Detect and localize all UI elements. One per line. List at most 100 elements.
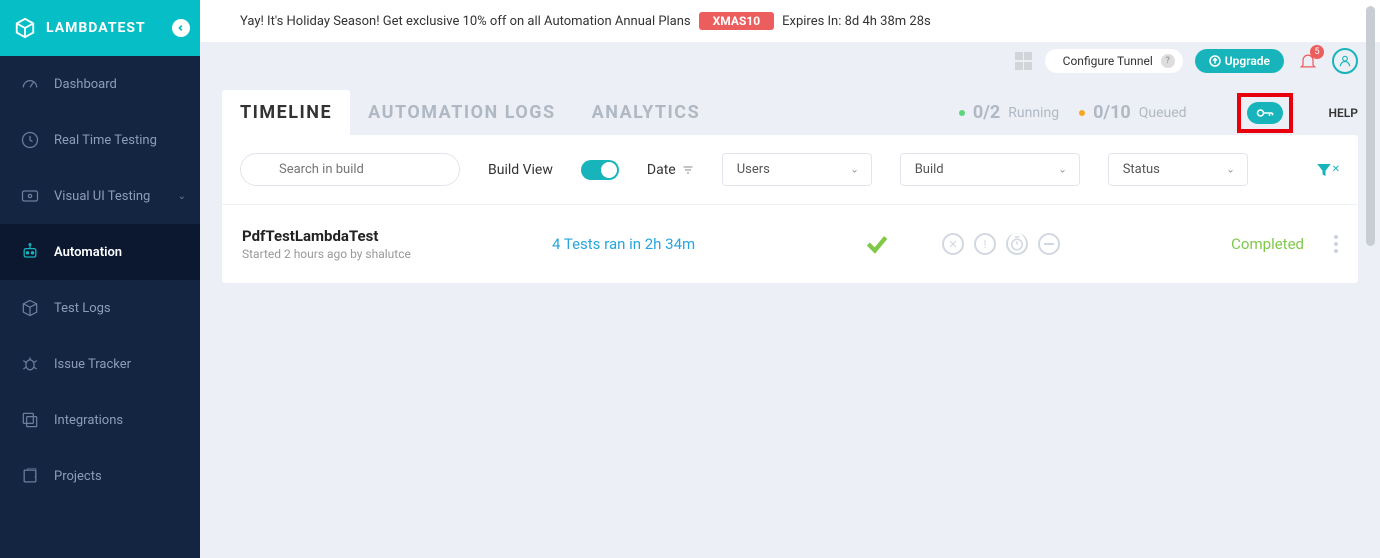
- sidebar-item-label: Integrations: [54, 413, 123, 428]
- sidebar-header: LAMBDATEST: [0, 0, 200, 56]
- chevron-down-icon: ⌄: [178, 191, 186, 202]
- status-dot-green-icon: [959, 110, 965, 116]
- upgrade-button[interactable]: Upgrade: [1195, 49, 1284, 73]
- tab-automation-logs[interactable]: AUTOMATION LOGS: [350, 90, 574, 135]
- build-view-label: Build View: [488, 162, 553, 178]
- build-info: PdfTestLambdaTest Started 2 hours ago by…: [242, 227, 552, 261]
- sidebar-item-label: Test Logs: [54, 301, 111, 316]
- search-input[interactable]: [240, 153, 460, 186]
- grid-icon[interactable]: [1015, 52, 1033, 70]
- promo-banner: Yay! It's Holiday Season! Get exclusive …: [200, 0, 1380, 42]
- brand-logo-icon: [14, 17, 36, 39]
- sidebar-item-issuetracker[interactable]: Issue Tracker: [0, 336, 200, 392]
- build-tests-summary: 4 Tests ran in 2h 34m: [552, 235, 812, 253]
- sidebar-item-projects[interactable]: Projects: [0, 448, 200, 504]
- clear-filter-button[interactable]: ✕: [1315, 161, 1340, 179]
- stack-icon: [18, 466, 42, 486]
- build-status-text: Completed: [1231, 235, 1304, 253]
- sidebar-item-realtime[interactable]: Real Time Testing: [0, 112, 200, 168]
- user-icon: [1338, 54, 1352, 68]
- access-key-highlight: [1237, 93, 1293, 133]
- sidebar-item-visualui[interactable]: Visual UI Testing ⌄: [0, 168, 200, 224]
- upgrade-label: Upgrade: [1225, 54, 1270, 68]
- filter-lines-icon: [682, 164, 694, 176]
- sidebar-item-label: Issue Tracker: [54, 357, 131, 372]
- error-icon: !: [974, 233, 996, 255]
- brand-name: LAMBDATEST: [46, 20, 146, 36]
- check-icon: [864, 231, 890, 257]
- running-count: 0/2: [973, 102, 1000, 123]
- avatar-button[interactable]: [1332, 48, 1358, 74]
- sidebar-item-integrations[interactable]: Integrations: [0, 392, 200, 448]
- build-select[interactable]: Build ⌄: [900, 153, 1080, 186]
- build-pass-icon: [812, 231, 942, 257]
- banner-text-b: Expires In: 8d 4h 38m 28s: [782, 14, 931, 29]
- queued-label: Queued: [1139, 105, 1187, 121]
- build-status-icons: ✕ !: [942, 233, 1142, 255]
- gauge-icon: [18, 74, 42, 94]
- notif-count-badge: 5: [1310, 45, 1324, 59]
- users-select[interactable]: Users ⌄: [722, 153, 872, 186]
- arrow-up-icon: [1209, 55, 1221, 67]
- chevron-down-icon: ⌄: [850, 164, 858, 175]
- key-icon: [1256, 106, 1274, 120]
- sidebar: LAMBDATEST Dashboard Real Time Testing V…: [0, 0, 200, 558]
- search-wrap: [240, 153, 460, 186]
- status-select-label: Status: [1123, 162, 1160, 177]
- sidebar-item-label: Projects: [54, 469, 102, 484]
- sidebar-item-dashboard[interactable]: Dashboard: [0, 56, 200, 112]
- tab-analytics[interactable]: ANALYTICS: [574, 90, 719, 135]
- promo-code-badge: XMAS10: [699, 12, 774, 30]
- date-filter[interactable]: Date: [647, 162, 694, 178]
- sidebar-item-label: Automation: [54, 245, 122, 260]
- banner-text-a: Yay! It's Holiday Season! Get exclusive …: [240, 14, 691, 29]
- chevron-down-icon: ⌄: [1058, 164, 1066, 175]
- help-label[interactable]: HELP: [1329, 106, 1358, 120]
- robot-icon: [18, 242, 42, 262]
- build-row[interactable]: PdfTestLambdaTest Started 2 hours ago by…: [222, 205, 1358, 283]
- eye-icon: [18, 186, 42, 206]
- queued-stat: 0/10 Queued: [1079, 102, 1186, 123]
- users-select-label: Users: [737, 162, 770, 177]
- notifications-button[interactable]: 5: [1296, 49, 1320, 73]
- help-icon: ?: [1161, 54, 1175, 68]
- funnel-icon: [1315, 161, 1333, 179]
- access-key-button[interactable]: [1247, 102, 1283, 124]
- sidebar-item-label: Real Time Testing: [54, 133, 157, 148]
- sidebar-item-label: Visual UI Testing: [54, 189, 150, 204]
- running-stat: 0/2 Running: [959, 102, 1059, 123]
- cancelled-icon: ✕: [942, 233, 964, 255]
- bug-icon: [18, 354, 42, 374]
- sidebar-item-testlogs[interactable]: Test Logs: [0, 280, 200, 336]
- stopped-icon: [1038, 233, 1060, 255]
- sidebar-item-automation[interactable]: Automation: [0, 224, 200, 280]
- box-icon: [18, 298, 42, 318]
- build-select-label: Build: [915, 162, 944, 177]
- running-label: Running: [1008, 105, 1059, 121]
- chevron-down-icon: ⌄: [1226, 164, 1234, 175]
- build-meta: Started 2 hours ago by shalutce: [242, 247, 552, 261]
- main-content: Yay! It's Holiday Season! Get exclusive …: [200, 0, 1380, 558]
- timeout-icon: [1006, 233, 1028, 255]
- tunnel-label: Configure Tunnel: [1063, 54, 1153, 68]
- filter-row: Build View Date Users ⌄ Build ⌄ Status ⌄: [222, 135, 1358, 205]
- clock-icon: [18, 130, 42, 150]
- content-panel: Build View Date Users ⌄ Build ⌄ Status ⌄: [222, 135, 1358, 283]
- more-options-button[interactable]: [1334, 235, 1338, 253]
- date-label: Date: [647, 162, 676, 178]
- tabs-row: TIMELINE AUTOMATION LOGS ANALYTICS 0/2 R…: [200, 76, 1380, 135]
- status-dot-orange-icon: [1079, 110, 1085, 116]
- build-view-toggle[interactable]: [581, 160, 619, 180]
- queued-count: 0/10: [1093, 102, 1131, 123]
- topbar: Configure Tunnel ? Upgrade 5: [200, 42, 1380, 76]
- clear-x-icon: ✕: [1332, 164, 1340, 175]
- scrollbar[interactable]: [1366, 0, 1378, 558]
- session-stats: 0/2 Running 0/10 Queued HELP: [959, 93, 1358, 133]
- sidebar-collapse-button[interactable]: [172, 19, 190, 37]
- sidebar-item-label: Dashboard: [54, 77, 117, 92]
- configure-tunnel-button[interactable]: Configure Tunnel ?: [1045, 49, 1183, 73]
- status-select[interactable]: Status ⌄: [1108, 153, 1248, 186]
- tab-timeline[interactable]: TIMELINE: [222, 90, 350, 135]
- build-title: PdfTestLambdaTest: [242, 227, 552, 245]
- overlap-icon: [18, 410, 42, 430]
